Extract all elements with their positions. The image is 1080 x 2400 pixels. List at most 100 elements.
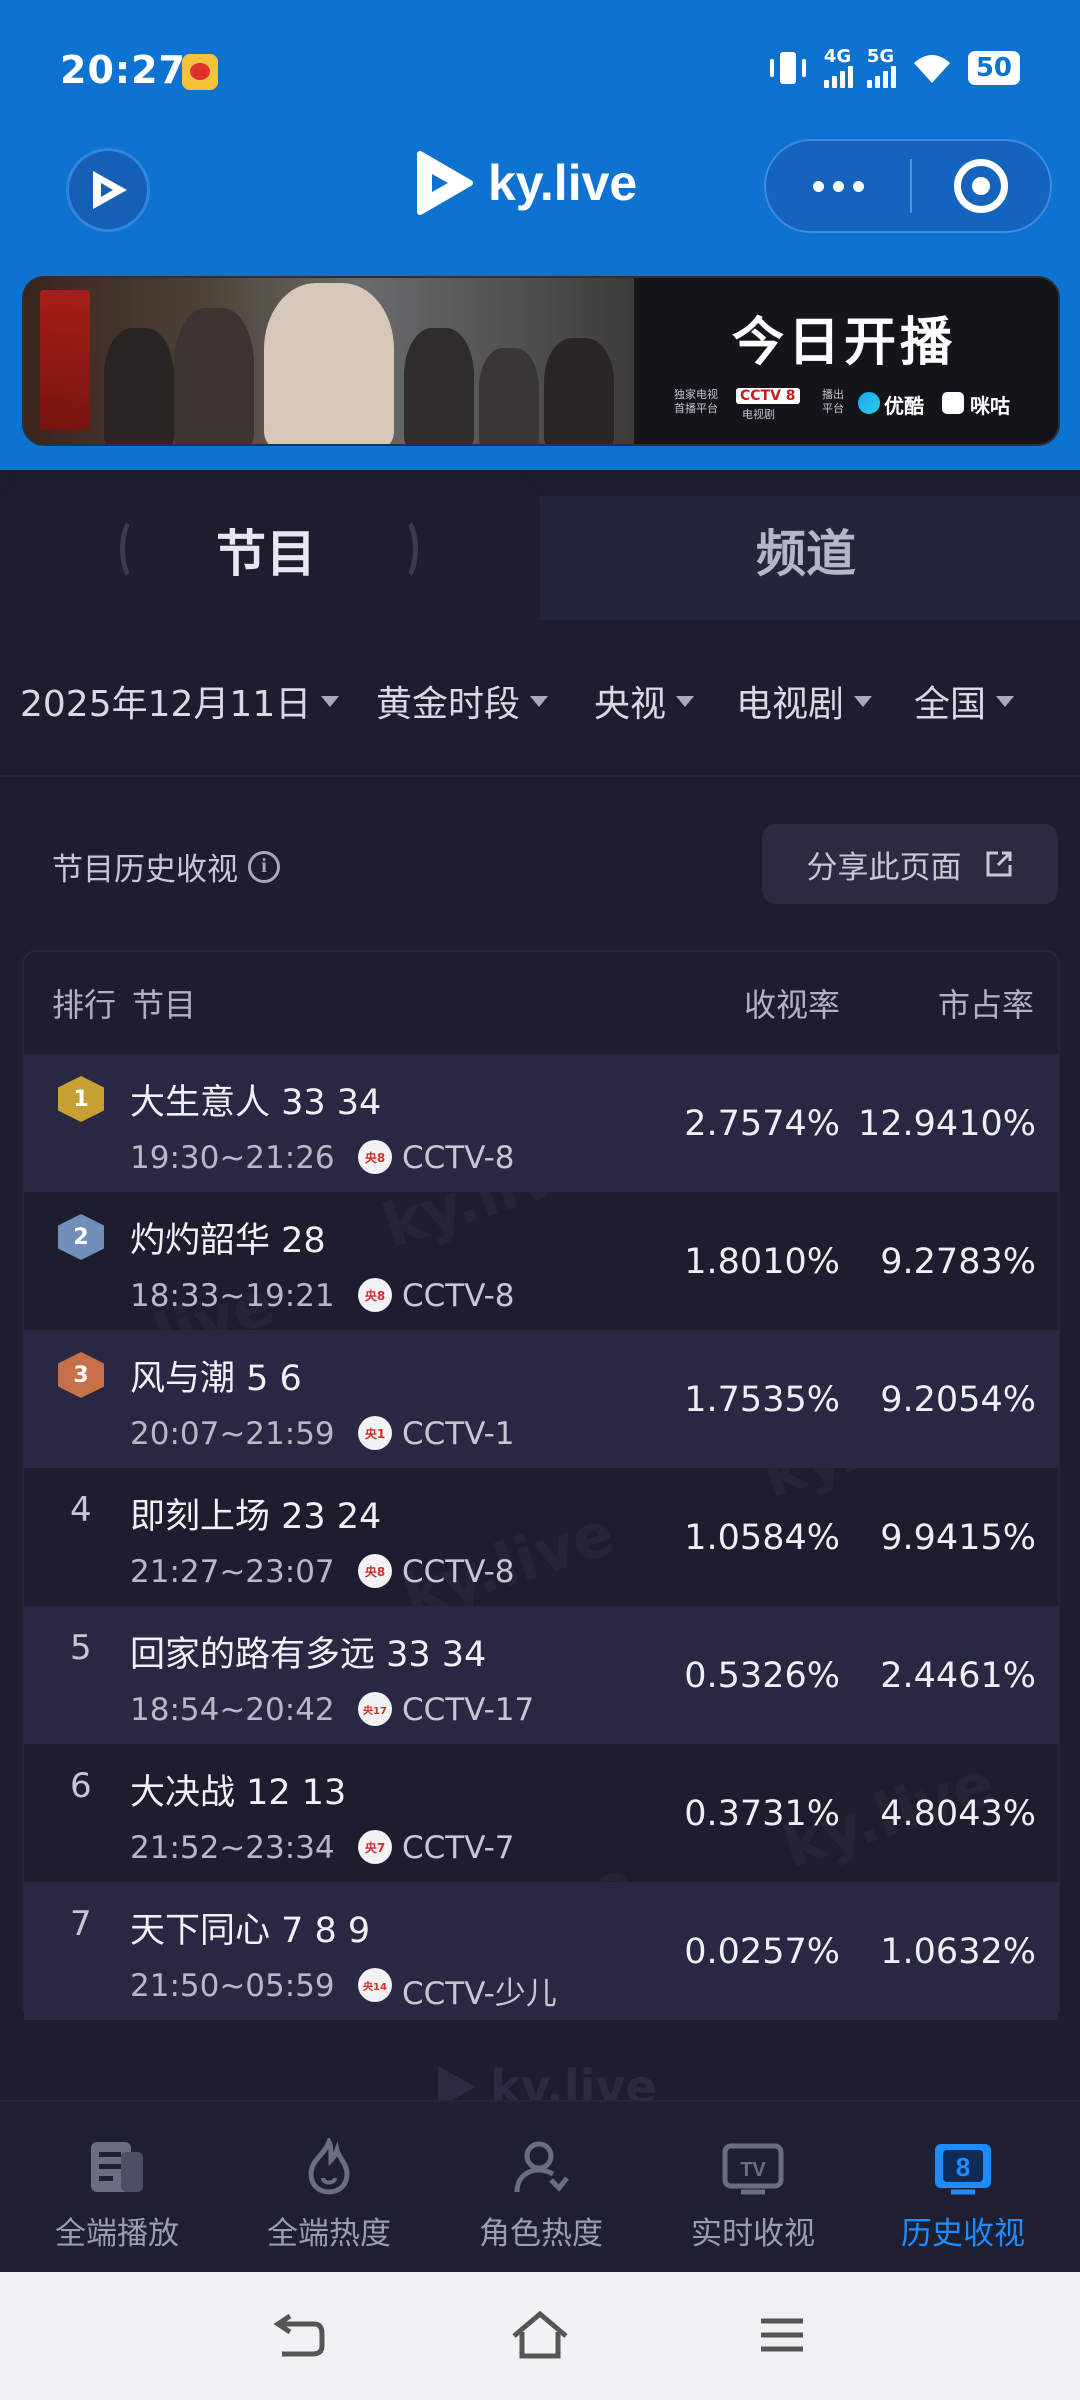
filter-divider [0, 775, 1080, 777]
row-rating: 0.0257% [684, 1932, 840, 1972]
row-time: 21:27~23:07 [130, 1554, 335, 1590]
row-program: 风与潮 5 6 [130, 1359, 302, 1399]
banner-note-2: 首播平台 [674, 402, 718, 415]
youku-icon [858, 392, 880, 414]
row-share: 1.0632% [880, 1932, 1036, 1972]
row-channel: CCTV-8 [402, 1278, 515, 1314]
info-icon[interactable]: i [248, 850, 280, 883]
row-share: 12.9410% [858, 1104, 1036, 1144]
brand-logo: ky.live [412, 150, 637, 216]
youku-label: 优酷 [884, 394, 924, 418]
wifi-icon [913, 55, 950, 83]
promo-banner[interactable]: 今日开播 独家电视 首播平台 CCTV 8 电视剧 播出 平台 优酷 咪咕 [22, 276, 1060, 446]
row-rating: 0.3731% [684, 1794, 840, 1834]
filter-date-label: 2025年12月11日 [20, 684, 312, 725]
row-program: 天下同心 7 8 9 [130, 1911, 371, 1951]
share-page-button[interactable]: 分享此页面 [762, 824, 1058, 904]
cctv-channel-icon: 央7 [358, 1830, 392, 1864]
row-rank: 4 [70, 1490, 92, 1530]
home-button[interactable] [510, 2305, 570, 2365]
row-rating: 1.7535% [684, 1380, 840, 1420]
row-share: 2.4461% [880, 1656, 1036, 1696]
battery-indicator: 50 [967, 51, 1020, 85]
row-rank: 2 [73, 1224, 89, 1250]
row-channel: CCTV-8 [402, 1140, 515, 1176]
laurel-right-icon [388, 516, 418, 582]
nav-role-heat[interactable]: 角色热度 [466, 2138, 616, 2253]
row-share: 9.2054% [880, 1380, 1036, 1420]
filter-network[interactable]: 央视 [594, 675, 695, 727]
row-share: 9.9415% [880, 1518, 1036, 1558]
cctv-channel-icon: 央8 [358, 1140, 392, 1174]
row-program: 大决战 12 13 [130, 1773, 347, 1813]
target-icon [954, 159, 1008, 213]
brand-name: ky.live [488, 155, 638, 211]
header-share: 市占率 [938, 986, 1035, 1024]
more-button[interactable] [766, 141, 910, 231]
status-bar: 20:27 4G 5G 50 [0, 0, 1080, 130]
share-page-label: 分享此页面 [806, 849, 962, 886]
app-home-button[interactable] [66, 148, 150, 232]
row-time: 21:52~23:34 [130, 1830, 335, 1866]
network-5g-label: 5G [866, 46, 895, 67]
row-rank: 7 [70, 1904, 92, 1944]
row-share: 4.8043% [880, 1794, 1036, 1834]
signal-4g: 4G [823, 48, 853, 88]
row-program: 大生意人 33 34 [130, 1083, 382, 1123]
row-time: 20:07~21:59 [130, 1416, 335, 1452]
nav-all-heat[interactable]: 全端热度 [254, 2138, 404, 2253]
nav-label: 实时收视 [691, 2216, 815, 2252]
status-time: 20:27 [60, 48, 186, 92]
close-button[interactable] [912, 159, 1050, 213]
row-time: 18:33~19:21 [130, 1278, 335, 1314]
back-button[interactable] [270, 2305, 330, 2365]
row-program: 灼灼韶华 28 [130, 1221, 326, 1261]
miniprogram-capsule [764, 139, 1052, 233]
filter-genre-label: 电视剧 [736, 684, 845, 725]
signal-bars-icon [866, 66, 896, 88]
banner-headline: 今日开播 [732, 313, 957, 373]
caret-down-icon [996, 695, 1015, 707]
row-rank: 6 [70, 1766, 92, 1806]
recents-button[interactable] [752, 2305, 812, 2365]
caret-down-icon [530, 695, 549, 707]
row-share: 9.2783% [880, 1242, 1036, 1282]
filter-timeslot-label: 黄金时段 [376, 684, 521, 725]
tab-program[interactable]: 节目 [216, 514, 316, 586]
filter-genre[interactable]: 电视剧 [736, 675, 873, 727]
row-rating: 1.0584% [684, 1518, 840, 1558]
cctv8-sub: 电视剧 [742, 408, 775, 421]
nav-all-playback[interactable]: 全端播放 [42, 2138, 192, 2253]
brand-mark-icon [417, 151, 473, 215]
filter-network-label: 央视 [594, 684, 667, 725]
nav-label: 全端播放 [55, 2216, 179, 2252]
row-program: 即刻上场 23 24 [130, 1497, 382, 1537]
row-rating: 0.5326% [684, 1656, 840, 1696]
cctv-channel-icon: 央8 [358, 1278, 392, 1312]
banner-note-4: 平台 [822, 402, 844, 415]
filter-timeslot[interactable]: 黄金时段 [376, 675, 549, 727]
nav-history-ratings[interactable]: 8 历史收视 [888, 2138, 1038, 2253]
cctv-channel-icon: 央17 [358, 1692, 392, 1726]
row-time: 18:54~20:42 [130, 1692, 335, 1728]
svg-text:8: 8 [956, 2152, 970, 2182]
filter-date[interactable]: 2025年12月11日 [20, 675, 340, 727]
cctv-channel-icon: 央1 [358, 1416, 392, 1450]
banner-show-logo [40, 290, 90, 430]
nav-label: 全端热度 [267, 2216, 391, 2252]
row-channel: CCTV-8 [402, 1554, 515, 1590]
banner-text-area: 今日开播 独家电视 首播平台 CCTV 8 电视剧 播出 平台 优酷 咪咕 [652, 292, 1052, 442]
document-icon [91, 2142, 143, 2192]
row-time: 19:30~21:26 [130, 1140, 335, 1176]
cctv-channel-icon: 央8 [358, 1554, 392, 1588]
tab-channel[interactable]: 频道 [756, 514, 856, 586]
header-rank: 排行 [52, 986, 117, 1024]
nav-realtime-ratings[interactable]: TV 实时收视 [678, 2138, 828, 2253]
play-logo-icon [93, 171, 127, 209]
banner-note-3: 播出 [822, 388, 844, 401]
tv-icon: TV [722, 2143, 784, 2195]
filter-region[interactable]: 全国 [914, 675, 1015, 727]
row-rating: 1.8010% [684, 1242, 840, 1282]
home-icon [512, 2310, 568, 2359]
external-link-icon [986, 851, 1011, 877]
